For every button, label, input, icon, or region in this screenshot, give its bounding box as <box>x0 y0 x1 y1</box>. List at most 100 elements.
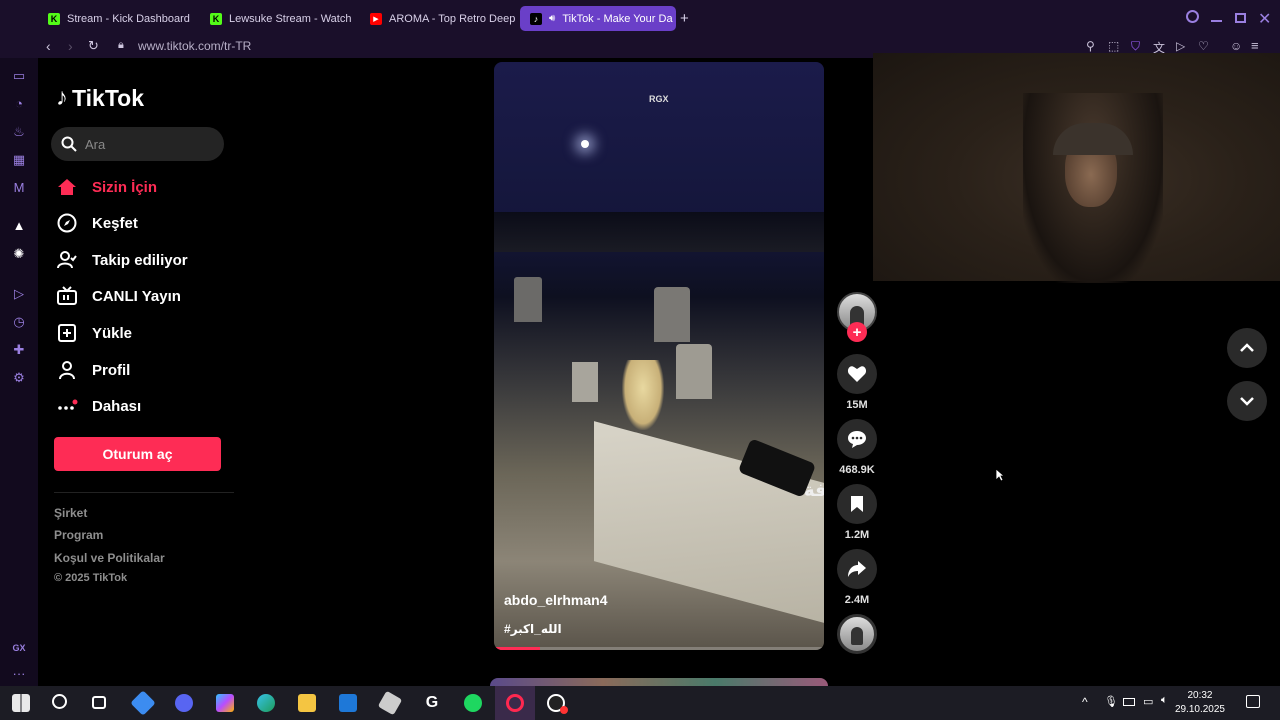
notifications-icon[interactable] <box>1246 695 1260 708</box>
speed-icon[interactable]: ◔ <box>11 96 27 112</box>
nav-upload[interactable]: Yükle <box>56 319 132 347</box>
chevron-up-icon <box>1240 343 1254 352</box>
tombstone <box>676 344 712 399</box>
restore-icon[interactable] <box>1235 13 1246 23</box>
grave-slab <box>594 421 824 623</box>
footer-program-link[interactable]: Program <box>54 528 103 542</box>
opera-gx-icon[interactable] <box>506 694 524 712</box>
share-count: 2.4M <box>844 594 870 606</box>
comment-icon <box>848 431 866 448</box>
extensions-icon[interactable]: ✚ <box>11 342 27 358</box>
tab-title: Stream - Kick Dashboard <box>67 12 190 25</box>
history-icon[interactable]: ◷ <box>11 314 27 330</box>
live-tv-icon <box>56 285 78 307</box>
volume-icon[interactable]: 🔈︎ <box>1161 694 1168 707</box>
tab-kick-dashboard[interactable]: K Stream - Kick Dashboard <box>38 6 196 31</box>
send-icon[interactable]: ▷ <box>1176 39 1185 53</box>
video-player[interactable]: RGX فة abdo_elrhman4 #الله_اكبر <box>494 62 824 650</box>
nav-live[interactable]: CANLI Yayın <box>56 282 181 310</box>
copilot-icon[interactable] <box>216 694 234 712</box>
account-icon[interactable]: ☺ <box>1230 39 1242 53</box>
reload-icon[interactable]: ↻ <box>88 38 99 54</box>
settings-icon[interactable]: ⚙ <box>11 370 27 386</box>
next-video-button[interactable] <box>1227 381 1267 421</box>
vpn-shield-icon[interactable]: ⛉ <box>1131 39 1140 54</box>
forward-icon[interactable]: › <box>68 38 73 54</box>
audio-icon[interactable]: 🔊︎ <box>549 13 555 24</box>
video-username[interactable]: abdo_elrhman4 <box>504 592 607 608</box>
search-taskbar-icon[interactable] <box>52 694 67 709</box>
search-input[interactable] <box>85 136 205 152</box>
nav-label: Sizin İçin <box>92 178 158 196</box>
aria-icon[interactable]: ▲ <box>11 218 27 234</box>
sound-avatar[interactable] <box>837 614 877 654</box>
unity-icon[interactable] <box>377 690 403 716</box>
search-box[interactable] <box>51 127 224 161</box>
hot-tabs-icon[interactable]: ♨ <box>11 124 27 140</box>
nav-more[interactable]: Dahası <box>56 392 141 420</box>
save-count: 1.2M <box>844 529 870 541</box>
back-icon[interactable]: ‹ <box>46 38 51 54</box>
clock-time: 20:32 <box>1187 690 1213 701</box>
video-progress-fill <box>494 647 541 650</box>
chevron-down-icon <box>1240 397 1254 406</box>
comment-button[interactable] <box>837 419 877 459</box>
url-field[interactable]: www.tiktok.com/tr-TR <box>138 39 251 53</box>
video-progress-bar[interactable] <box>494 647 824 650</box>
tab-tiktok[interactable]: ♪ 🔊︎ TikTok - Make Your Da <box>520 6 676 31</box>
nav-profile[interactable]: Profil <box>56 356 130 384</box>
nav-label: Profil <box>92 361 131 379</box>
new-tab-button[interactable]: + <box>680 10 689 27</box>
controller-icon[interactable]: ▭ <box>11 68 27 84</box>
tab-lewsuke-stream[interactable]: K Lewsuke Stream - Watch <box>200 6 356 31</box>
video-hashtag[interactable]: #الله_اكبر <box>504 622 562 636</box>
tiktok-logo[interactable]: ♪ TikTok <box>56 84 144 112</box>
tray-chevron-icon[interactable]: ^ <box>1082 695 1088 709</box>
mail-icon[interactable] <box>339 694 357 712</box>
tombstone <box>654 287 690 342</box>
lock-icon[interactable]: 🔒︎ <box>118 39 124 52</box>
discord-icon[interactable] <box>175 694 193 712</box>
mic-icon[interactable]: 🎙︎ <box>1104 695 1118 708</box>
task-view-icon[interactable] <box>92 696 106 709</box>
save-button[interactable] <box>837 484 877 524</box>
messenger-icon[interactable]: M <box>11 180 27 196</box>
like-button[interactable] <box>837 354 877 394</box>
file-explorer-icon[interactable] <box>298 694 316 712</box>
footer-terms-link[interactable]: Koşul ve Politikalar <box>54 551 165 565</box>
nav-for-you[interactable]: Sizin İçin <box>56 173 157 201</box>
nav-explore[interactable]: Keşfet <box>56 209 138 237</box>
heart-bookmark-icon[interactable]: ♡ <box>1198 39 1209 53</box>
windows-start-icon[interactable] <box>12 694 30 712</box>
network-icon[interactable]: ▭ <box>1143 695 1153 708</box>
moon <box>581 140 589 148</box>
footer-company-link[interactable]: Şirket <box>54 506 87 520</box>
player-icon[interactable]: ▷ <box>11 286 27 302</box>
snapshot-icon[interactable]: ⬚ <box>1108 39 1119 53</box>
edge-icon[interactable] <box>257 694 275 712</box>
more-sidebar-icon[interactable]: ··· <box>11 666 27 682</box>
search-tabs-icon[interactable] <box>1186 10 1199 23</box>
follow-button[interactable]: + <box>847 322 867 342</box>
chatgpt-icon[interactable]: ✺ <box>11 246 27 262</box>
comment-count: 468.9K <box>839 464 875 476</box>
twitch-icon[interactable]: ▦ <box>11 152 27 168</box>
share-button[interactable] <box>837 549 877 589</box>
nav-label: Takip ediliyor <box>92 251 188 269</box>
close-window-icon[interactable]: ✕ <box>1258 9 1271 29</box>
system-clock[interactable]: 20:32 29.10.2025 <box>1175 689 1225 717</box>
nav-following[interactable]: Takip ediliyor <box>56 246 188 274</box>
video-watermark: RGX <box>649 94 669 104</box>
tab-title: TikTok - Make Your Da <box>562 12 673 25</box>
spotify-icon[interactable] <box>464 694 482 712</box>
app-icon-blue[interactable] <box>130 690 156 716</box>
menu-icon[interactable]: ≡ <box>1251 38 1259 53</box>
app-g-icon[interactable]: G <box>423 694 441 712</box>
battery-icon[interactable] <box>1123 698 1135 706</box>
previous-video-button[interactable] <box>1227 328 1267 368</box>
gx-label[interactable]: GX <box>11 640 27 656</box>
minimize-icon[interactable] <box>1211 20 1222 22</box>
pin-icon[interactable]: ⚲ <box>1086 39 1095 53</box>
login-button[interactable]: Oturum aç <box>54 437 221 471</box>
tab-aroma[interactable]: ▶ AROMA - Top Retro Deep <box>360 6 516 31</box>
